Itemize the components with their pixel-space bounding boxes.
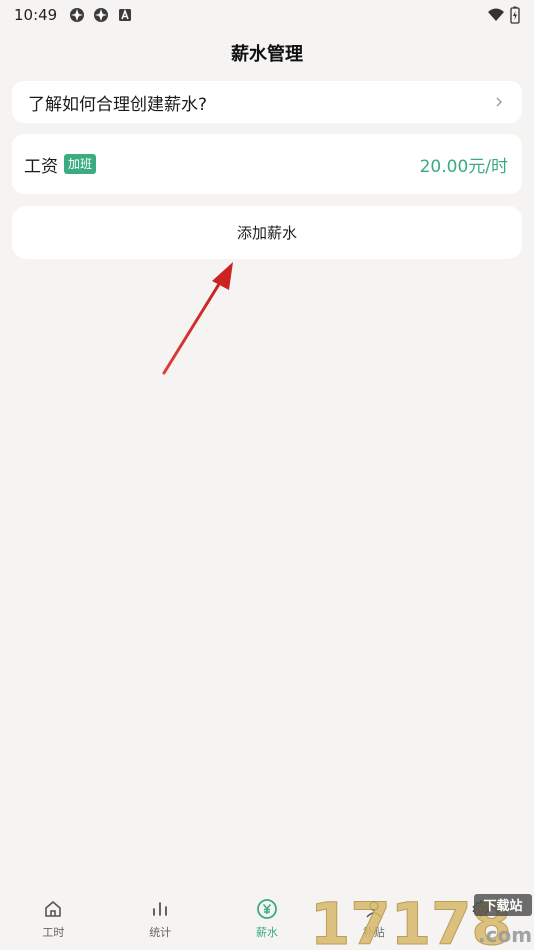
page-title: 薪水管理 bbox=[231, 44, 303, 65]
app-icon bbox=[70, 8, 85, 22]
wage-name: 工资 bbox=[24, 156, 58, 177]
nav-item-salary[interactable]: 薪水 bbox=[214, 888, 321, 950]
overtime-badge: 加班 bbox=[64, 154, 97, 174]
wage-card[interactable]: 工资 加班 20.00元/时 bbox=[12, 134, 522, 194]
chevron-right-icon bbox=[496, 97, 502, 107]
yen-icon bbox=[257, 899, 277, 919]
nav-label: 薪水 bbox=[255, 926, 278, 939]
bar-chart-icon bbox=[153, 902, 168, 916]
battery-icon bbox=[510, 6, 520, 24]
bottom-nav: 工时 统计 薪水 补贴 bbox=[0, 888, 534, 950]
settings-icon bbox=[472, 900, 490, 918]
wage-rate: 20.00元/时 bbox=[419, 156, 508, 177]
nav-label: 工时 bbox=[42, 926, 65, 939]
status-time: 10:49 bbox=[14, 6, 58, 24]
add-salary-button[interactable]: 添加薪水 bbox=[12, 206, 522, 259]
nav-item-subsidy[interactable]: 补贴 bbox=[320, 888, 427, 950]
status-bar: 10:49 bbox=[0, 0, 534, 30]
add-salary-label: 添加薪水 bbox=[236, 224, 297, 242]
person-icon bbox=[366, 901, 382, 918]
help-card[interactable]: 了解如何合理创建薪水? bbox=[12, 81, 522, 123]
nav-item-worktime[interactable]: 工时 bbox=[0, 888, 107, 950]
nav-label: 补贴 bbox=[362, 926, 385, 939]
nav-item-stats[interactable]: 统计 bbox=[107, 888, 214, 950]
nav-label: 统计 bbox=[149, 926, 172, 939]
app-icon bbox=[94, 8, 109, 22]
wifi-icon bbox=[488, 8, 504, 21]
font-icon bbox=[119, 8, 132, 21]
home-icon bbox=[45, 901, 62, 917]
help-card-label: 了解如何合理创建薪水? bbox=[28, 94, 208, 115]
nav-item-settings[interactable] bbox=[427, 888, 534, 950]
